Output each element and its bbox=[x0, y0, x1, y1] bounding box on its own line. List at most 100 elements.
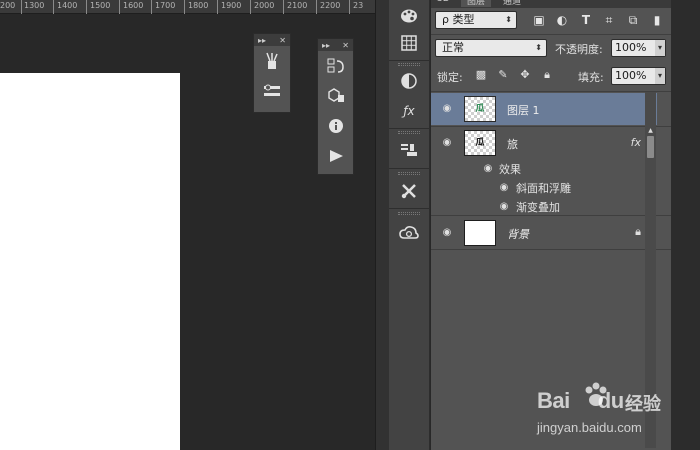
layer-row-background[interactable]: ◉ 背景 🔒︎ bbox=[431, 217, 645, 249]
effects-label: 效果 bbox=[499, 163, 521, 176]
chevron-down-icon[interactable]: ▾ bbox=[655, 68, 665, 84]
lock-position-icon[interactable]: ✥ bbox=[518, 68, 532, 82]
info-icon bbox=[328, 119, 343, 133]
lock-transparent-pixels-icon[interactable]: ▩ bbox=[474, 68, 488, 82]
layer-name[interactable]: 图层 1 bbox=[507, 102, 540, 118]
brush-settings-button[interactable] bbox=[254, 76, 290, 106]
brushes-icon bbox=[266, 52, 278, 69]
chevron-down-icon[interactable]: ▾ bbox=[655, 40, 665, 56]
layer-filter-select[interactable]: ρ 类型 ⬍ bbox=[435, 11, 517, 29]
close-icon[interactable]: ✕ bbox=[342, 41, 349, 50]
close-icon[interactable]: ✕ bbox=[279, 36, 286, 45]
info-button[interactable] bbox=[318, 111, 353, 141]
chevron-down-icon: ⬍ bbox=[535, 43, 542, 52]
ruler-label: 1500 bbox=[90, 1, 111, 10]
cube-icon bbox=[327, 88, 344, 102]
effect-bevel-emboss[interactable]: 斜面和浮雕 bbox=[516, 180, 571, 196]
visibility-eye-icon[interactable]: ◉ bbox=[498, 182, 510, 194]
smart-object-filter-icon[interactable]: ⧉ bbox=[625, 12, 641, 28]
visibility-eye-icon[interactable]: ◉ bbox=[482, 163, 494, 175]
ruler-label: 1600 bbox=[123, 1, 144, 10]
effect-gradient-overlay[interactable]: 渐变叠加 bbox=[516, 199, 560, 215]
color-button[interactable] bbox=[392, 3, 426, 29]
panel-header[interactable]: ▸▸ ✕ bbox=[254, 34, 290, 46]
horizontal-ruler: 200 1300 1400 1500 1600 1700 1800 1900 2… bbox=[0, 0, 375, 14]
3d-object-button[interactable] bbox=[318, 81, 353, 111]
fill-input[interactable]: 100% ▾ bbox=[611, 67, 666, 85]
collapse-icon[interactable]: ▸▸ bbox=[258, 36, 266, 45]
chevron-down-icon: ⬍ bbox=[505, 15, 512, 24]
scroll-up-icon[interactable]: ▲ bbox=[647, 127, 654, 135]
swatches-button[interactable] bbox=[392, 30, 426, 56]
tools-icon bbox=[401, 184, 416, 199]
scroll-thumb[interactable] bbox=[647, 136, 654, 158]
floating-tool-panel-1: ▸▸ ✕ bbox=[253, 33, 291, 113]
layer-name[interactable]: 背景 bbox=[507, 226, 529, 242]
panel-header[interactable]: ▸▸ ✕ bbox=[318, 39, 353, 51]
layer-row-text[interactable]: ◉ 瓜 旅 fx bbox=[431, 127, 645, 159]
tool-presets-button[interactable] bbox=[392, 178, 426, 204]
opacity-value: 100% bbox=[615, 41, 647, 54]
grip-icon[interactable] bbox=[398, 172, 420, 175]
grip-icon[interactable] bbox=[398, 131, 420, 134]
lock-icon: 🔒︎ bbox=[635, 225, 641, 238]
opacity-input[interactable]: 100% ▾ bbox=[611, 39, 666, 57]
blend-mode-value: 正常 bbox=[442, 41, 464, 54]
panel-splitter[interactable] bbox=[375, 0, 389, 450]
ruler-label: 23 bbox=[353, 1, 364, 10]
fill-label: 填充: bbox=[578, 71, 604, 84]
fx-icon[interactable]: fx bbox=[631, 136, 641, 149]
document-canvas[interactable] bbox=[0, 73, 180, 450]
grid-icon bbox=[401, 35, 417, 51]
photoshop-window: 200 1300 1400 1500 1600 1700 1800 1900 2… bbox=[0, 0, 700, 450]
filter-kind-value: ρ 类型 bbox=[442, 13, 475, 26]
history-icon bbox=[327, 58, 344, 73]
ruler-label: 2200 bbox=[320, 1, 341, 10]
ruler-label: 1400 bbox=[57, 1, 78, 10]
visibility-eye-icon[interactable]: ◉ bbox=[441, 227, 453, 239]
actions-play-button[interactable] bbox=[318, 141, 353, 171]
creative-cloud-icon bbox=[399, 226, 419, 239]
libraries-button[interactable] bbox=[392, 220, 426, 246]
tab-3d[interactable]: 3D bbox=[431, 0, 456, 4]
grip-icon[interactable] bbox=[398, 212, 420, 215]
image-filter-icon[interactable]: ▣ bbox=[531, 12, 547, 28]
history-button[interactable] bbox=[318, 51, 353, 81]
styles-button[interactable]: ƒx bbox=[392, 98, 426, 124]
play-icon bbox=[329, 150, 343, 162]
floating-tool-panel-2: ▸▸ ✕ bbox=[317, 38, 354, 175]
adjustment-circle-icon bbox=[401, 73, 417, 89]
opacity-label: 不透明度: bbox=[555, 43, 603, 56]
brush-presets-button[interactable] bbox=[254, 46, 290, 76]
layer-thumbnail: 瓜 bbox=[464, 96, 496, 122]
tab-layers[interactable]: 图层 bbox=[461, 0, 492, 7]
fill-value: 100% bbox=[615, 69, 647, 82]
lock-image-pixels-icon[interactable]: ✎ bbox=[496, 68, 510, 82]
grip-icon[interactable] bbox=[398, 63, 420, 66]
tab-channels[interactable]: 通道 bbox=[497, 0, 527, 7]
blend-mode-select[interactable]: 正常 ⬍ bbox=[435, 39, 547, 57]
clone-source-button[interactable] bbox=[392, 137, 426, 163]
paw-icon bbox=[585, 382, 607, 406]
ruler-label: 200 bbox=[0, 1, 16, 10]
visibility-eye-icon[interactable]: ◉ bbox=[441, 137, 453, 149]
filter-toggle-icon[interactable]: ▮ bbox=[652, 12, 662, 28]
adjustment-filter-icon[interactable]: ◐ bbox=[554, 12, 570, 28]
lock-label: 锁定: bbox=[437, 71, 463, 84]
visibility-eye-icon[interactable]: ◉ bbox=[498, 201, 510, 213]
layer-name[interactable]: 旅 bbox=[507, 136, 518, 152]
watermark-cn: 经验 bbox=[625, 394, 661, 415]
type-filter-icon[interactable]: T bbox=[578, 12, 594, 28]
ruler-label: 1900 bbox=[221, 1, 242, 10]
layer-row-layer1[interactable]: ◉ 瓜 图层 1 bbox=[431, 93, 657, 125]
adjustments-button[interactable] bbox=[392, 68, 426, 94]
ruler-label: 2100 bbox=[287, 1, 308, 10]
fx-styles-icon: ƒx bbox=[403, 104, 415, 118]
panel-icon-strip: ƒx bbox=[389, 0, 430, 450]
shape-filter-icon[interactable]: ⌗ bbox=[601, 12, 617, 28]
ruler-label: 1800 bbox=[188, 1, 209, 10]
collapse-icon[interactable]: ▸▸ bbox=[322, 41, 330, 50]
ruler-label: 2000 bbox=[254, 1, 275, 10]
lock-all-icon[interactable]: 🔒︎ bbox=[540, 68, 554, 82]
visibility-eye-icon[interactable]: ◉ bbox=[441, 103, 453, 115]
